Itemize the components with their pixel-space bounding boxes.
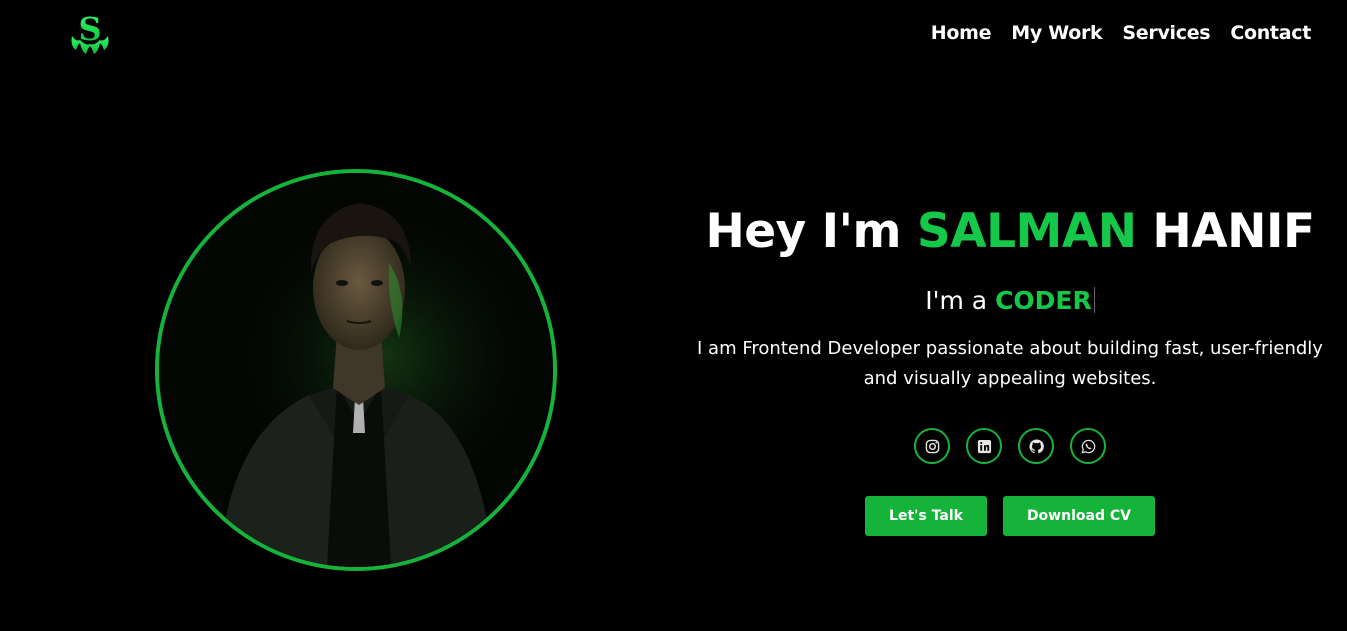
typing-cursor — [1093, 287, 1095, 313]
page: S Home My Work Services Contact Hey I'm … — [0, 0, 1347, 631]
linkedin-icon — [977, 439, 991, 453]
last-name: HANIF — [1152, 204, 1315, 259]
first-name: SALMAN — [916, 204, 1137, 259]
linkedin-link[interactable] — [966, 428, 1002, 464]
lets-talk-button[interactable]: Let's Talk — [865, 496, 987, 536]
nav-my-work[interactable]: My Work — [1011, 20, 1102, 46]
hero-description: I am Frontend Developer passionate about… — [697, 338, 1323, 389]
hero-buttons: Let's Talk Download CV — [680, 496, 1340, 536]
role-prefix: I'm a — [925, 286, 988, 315]
instagram-link[interactable] — [914, 428, 950, 464]
social-links — [680, 428, 1340, 464]
github-icon — [1028, 438, 1044, 453]
role-text: CODER — [995, 286, 1092, 315]
role-line: I'm a CODER — [680, 284, 1340, 318]
greeting-text: Hey I'm — [705, 204, 901, 259]
profile-photo — [155, 169, 557, 571]
logo-icon[interactable]: S — [66, 10, 114, 56]
nav-services[interactable]: Services — [1122, 20, 1210, 46]
hero-title: Hey I'm SALMAN HANIF — [680, 200, 1340, 264]
github-link[interactable] — [1018, 428, 1054, 464]
whatsapp-link[interactable] — [1070, 428, 1106, 464]
svg-text:S: S — [78, 10, 101, 48]
hero-section: Hey I'm SALMAN HANIF I'm a CODER I am Fr… — [680, 200, 1340, 536]
download-cv-button[interactable]: Download CV — [1002, 496, 1155, 536]
whatsapp-icon — [1081, 439, 1095, 453]
instagram-icon — [925, 439, 939, 453]
nav-contact[interactable]: Contact — [1230, 20, 1311, 46]
main-nav: Home My Work Services Contact — [931, 20, 1312, 46]
nav-home[interactable]: Home — [931, 20, 992, 46]
